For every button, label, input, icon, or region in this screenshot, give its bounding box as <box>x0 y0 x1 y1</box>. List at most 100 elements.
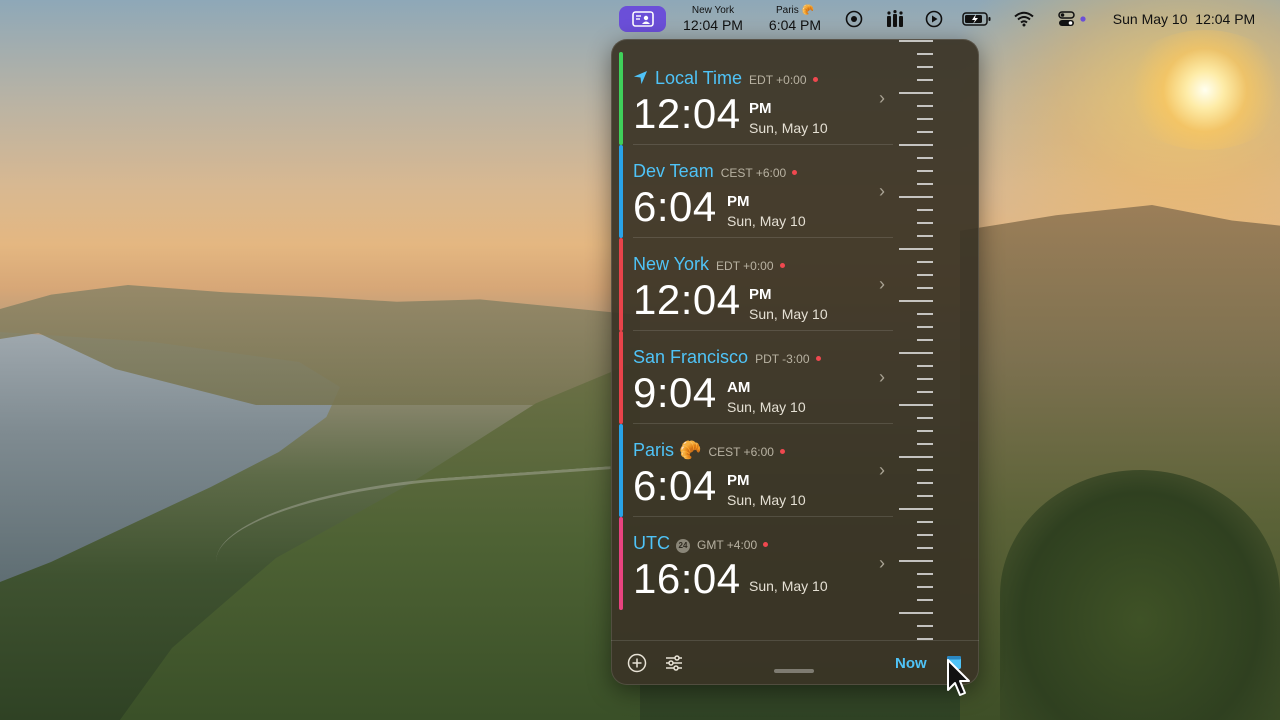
candles-menu-button[interactable] <box>882 0 908 38</box>
ruler-tick <box>899 300 933 302</box>
now-playing-menu-button[interactable] <box>922 0 946 38</box>
ruler-tick <box>917 274 933 276</box>
timezone-time: 12:04 <box>633 90 741 137</box>
timezone-color-bar <box>619 331 623 424</box>
resize-handle[interactable] <box>774 669 814 673</box>
play-icon <box>925 10 943 28</box>
timezone-offset: EDT +0:00 <box>716 259 774 273</box>
ruler-tick <box>917 391 933 393</box>
ruler-tick <box>899 456 933 458</box>
ruler-tick <box>917 599 933 601</box>
ruler-tick <box>917 118 933 120</box>
status-dot <box>815 356 821 361</box>
ruler-tick <box>917 157 933 159</box>
timezone-row[interactable]: Local Time EDT +0:00 12:04 PM Sun, May 10 › <box>619 52 893 145</box>
ruler-tick <box>899 560 933 562</box>
chevron-right-icon: › <box>879 274 885 294</box>
ruler-tick <box>917 469 933 471</box>
timezone-header: UTC 24 GMT +4:00 <box>633 533 769 554</box>
menubar-clock-paris[interactable]: Paris 🥐 6:04 PM <box>762 0 828 38</box>
timezone-offset: CEST +6:00 <box>720 166 787 180</box>
popover-footer: Now <box>611 640 979 685</box>
timezone-row[interactable]: Dev Team CEST +6:00 6:04 PM Sun, May 10 › <box>619 145 893 238</box>
control-center-menu-button[interactable] <box>1056 0 1090 38</box>
menubar-clock-city: Paris 🥐 <box>775 5 814 16</box>
control-center-icon <box>1058 11 1086 26</box>
ruler-tick <box>917 482 933 484</box>
timezone-date: Sun, May 10 <box>727 213 806 229</box>
timezone-row[interactable]: UTC 24 GMT +4:00 16:04 Sun, May 10 › <box>619 517 889 610</box>
now-button[interactable]: Now <box>895 655 927 672</box>
ruler-tick <box>917 443 933 445</box>
battery-icon <box>962 12 991 26</box>
menubar-clock-time: 12:04 PM <box>683 17 743 33</box>
ruler-tick <box>899 248 933 250</box>
status-dot <box>779 449 785 454</box>
timezone-date: Sun, May 10 <box>749 120 828 136</box>
status-dot <box>792 170 798 175</box>
timezone-date: Sun, May 10 <box>749 306 828 322</box>
timezone-meridiem: PM <box>727 472 750 489</box>
timezone-row[interactable]: Paris 🥐 CEST +6:00 6:04 PM Sun, May 10 › <box>619 424 893 517</box>
plus-circle-icon <box>627 653 647 673</box>
timezone-color-bar <box>619 517 623 610</box>
time-scrubber-ruler[interactable] <box>899 39 941 640</box>
sun <box>1120 30 1280 150</box>
timezone-color-bar <box>619 52 623 145</box>
wifi-icon <box>1014 11 1034 27</box>
timezone-row[interactable]: New York EDT +0:00 12:04 PM Sun, May 10 › <box>619 238 893 331</box>
ruler-tick <box>917 495 933 497</box>
timezone-time: 6:04 <box>633 183 717 230</box>
timezone-header: Paris 🥐 CEST +6:00 <box>633 440 785 461</box>
sliders-icon <box>666 655 682 671</box>
menubar-date: Sun May 10 <box>1112 11 1188 27</box>
ruler-tick <box>899 40 933 42</box>
status-dot <box>779 263 785 268</box>
chevron-right-icon: › <box>879 367 885 387</box>
ruler-tick <box>917 417 933 419</box>
timezone-app-menu-button[interactable] <box>619 6 666 32</box>
timezone-header: San Francisco PDT -3:00 <box>633 347 821 368</box>
ruler-tick <box>917 326 933 328</box>
timezone-time: 9:04 <box>633 369 717 416</box>
ruler-tick <box>917 66 933 68</box>
ruler-tick <box>899 612 933 614</box>
timezone-color-bar <box>619 145 623 238</box>
timezone-date: Sun, May 10 <box>727 399 806 415</box>
timezone-date: Sun, May 10 <box>727 492 806 508</box>
focus-menu-button[interactable] <box>842 0 866 38</box>
ruler-tick <box>917 573 933 575</box>
timezone-name: Dev Team <box>633 161 714 181</box>
timezone-header: Dev Team CEST +6:00 <box>633 161 798 182</box>
ruler-tick <box>917 547 933 549</box>
ruler-tick <box>917 313 933 315</box>
add-timezone-button[interactable] <box>627 653 647 673</box>
ruler-tick <box>917 79 933 81</box>
timezone-header: Local Time EDT +0:00 <box>633 68 818 89</box>
timezone-row[interactable]: San Francisco PDT -3:00 9:04 AM Sun, May 10 › <box>619 331 893 424</box>
menu-bar: New York 12:04 PM Paris 🥐 6:04 PM Sun Ma… <box>0 0 1280 38</box>
timezone-name: New York <box>633 254 710 274</box>
settings-button[interactable] <box>664 653 684 673</box>
status-dot <box>763 542 769 547</box>
ruler-tick <box>917 170 933 172</box>
battery-menu-button[interactable] <box>960 0 994 38</box>
timezone-time: 6:04 <box>633 462 717 509</box>
menubar-clock-new-york[interactable]: New York 12:04 PM <box>676 0 750 38</box>
timezone-name: Local Time <box>655 68 743 88</box>
app-icon <box>631 11 654 27</box>
menubar-clock-city: New York <box>691 5 735 16</box>
ruler-tick <box>917 586 933 588</box>
ruler-tick <box>917 339 933 341</box>
ruler-tick <box>917 521 933 523</box>
wifi-menu-button[interactable] <box>1012 0 1036 38</box>
ruler-tick <box>917 183 933 185</box>
timezone-name: UTC <box>633 533 670 553</box>
location-arrow-icon <box>633 70 648 85</box>
candles-icon <box>887 10 903 27</box>
menubar-date-time[interactable]: Sun May 10 12:04 PM <box>1100 0 1268 38</box>
ruler-tick <box>917 287 933 289</box>
timezone-color-bar <box>619 424 623 517</box>
timezone-meridiem: PM <box>749 100 772 117</box>
ruler-tick <box>917 430 933 432</box>
